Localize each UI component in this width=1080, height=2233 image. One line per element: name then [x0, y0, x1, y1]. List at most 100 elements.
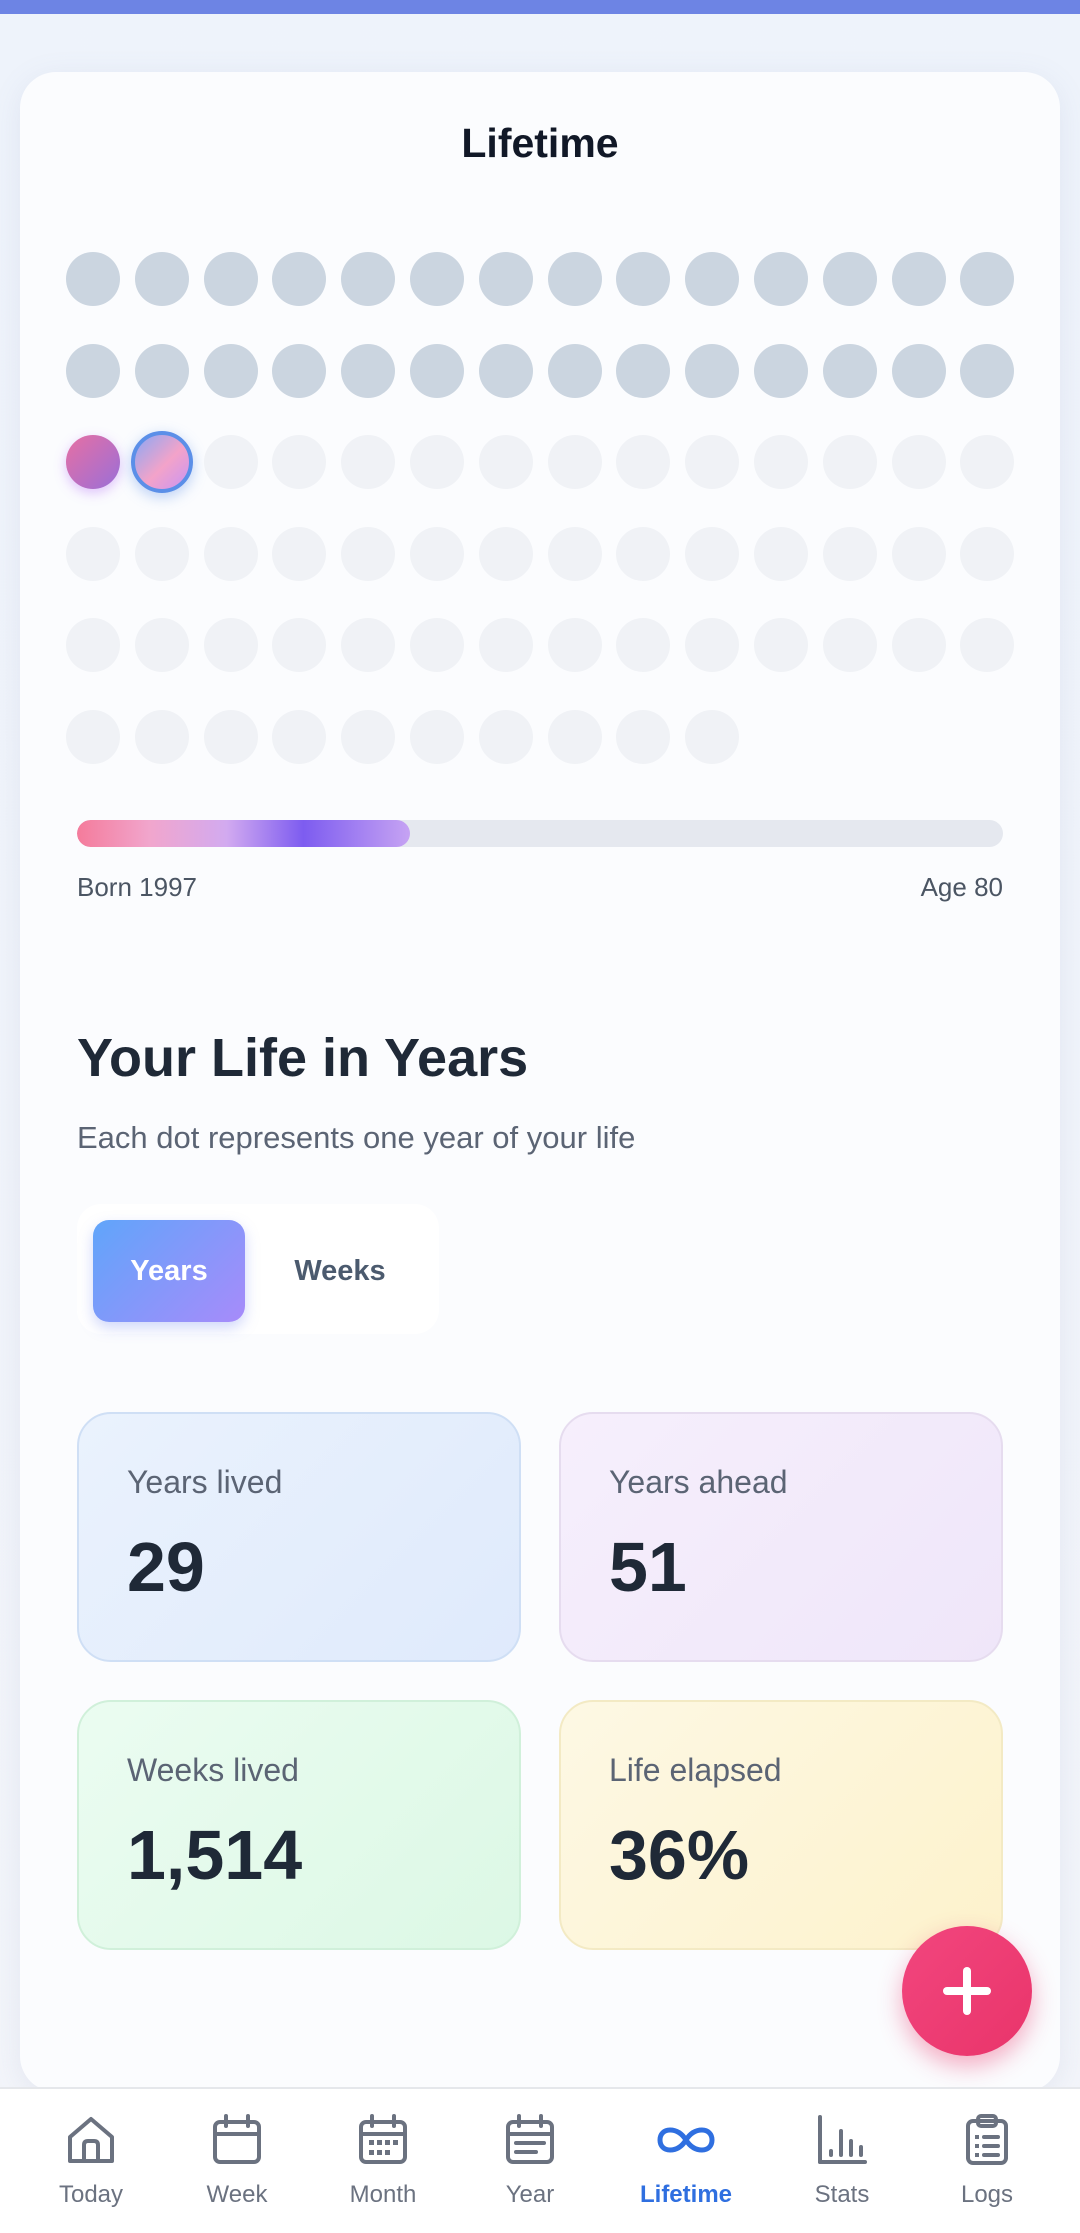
future-year-dot	[822, 618, 877, 672]
future-year-dot	[960, 526, 1015, 581]
infinity-icon	[657, 2111, 715, 2169]
section-title: Your Life in Years	[77, 1028, 529, 1088]
lived-year-dot	[754, 252, 808, 306]
nav-item-lifetime[interactable]: Lifetime	[616, 2089, 756, 2233]
future-year-dot	[410, 709, 464, 764]
future-year-dot	[341, 526, 396, 581]
lived-year-dot	[478, 252, 533, 306]
nav-item-week[interactable]: Week	[167, 2089, 307, 2233]
plus-icon	[943, 1967, 991, 2015]
future-year-dot	[685, 526, 740, 581]
lived-year-dot	[272, 252, 327, 306]
lifetime-card: Lifetime Born 1997 Age 80 Your Life in Y…	[20, 72, 1060, 2092]
future-year-dot	[341, 435, 396, 489]
future-year-dot	[341, 709, 396, 764]
future-year-dot	[547, 526, 602, 581]
nav-label: Lifetime	[639, 2181, 732, 2208]
nav-item-month[interactable]: Month	[313, 2089, 453, 2233]
future-year-dot	[134, 709, 189, 764]
stat-label: Weeks lived	[127, 1752, 299, 1788]
home-icon	[62, 2111, 120, 2169]
future-year-dot	[134, 618, 189, 672]
nav-item-year[interactable]: Year	[460, 2089, 600, 2233]
future-year-dot	[478, 435, 533, 489]
lived-year-dot	[822, 252, 877, 306]
lived-year-dot	[341, 343, 396, 398]
future-year-dot	[203, 435, 258, 489]
stat-card-weeks-lived: Weeks lived 1,514	[77, 1700, 521, 1950]
future-year-dot	[203, 526, 258, 581]
future-year-dot	[754, 435, 808, 489]
lived-year-dot	[960, 252, 1015, 306]
calendar-icon	[208, 2111, 266, 2169]
lived-year-dot	[203, 252, 258, 306]
stat-value: 51	[609, 1528, 687, 1606]
top-status-bar	[0, 0, 1080, 14]
lived-year-dot	[410, 252, 464, 306]
born-label: Born 1997	[77, 872, 197, 902]
bottom-navigation: Today Week Month Year Lifetime Stats Log…	[0, 2087, 1080, 2233]
nav-item-logs[interactable]: Logs	[917, 2089, 1057, 2233]
nav-label: Year	[505, 2181, 555, 2208]
lived-year-dot	[960, 343, 1015, 398]
life-progress-bar	[77, 820, 1003, 847]
future-year-dot	[203, 709, 258, 764]
nav-label: Today	[58, 2181, 124, 2208]
future-year-dot	[547, 435, 602, 489]
future-year-dot	[822, 435, 877, 489]
future-year-dot	[478, 618, 533, 672]
weeks-toggle-button[interactable]: Weeks	[255, 1220, 425, 1322]
nav-label: Stats	[814, 2181, 870, 2208]
future-year-dot	[66, 709, 120, 764]
lived-year-dot	[66, 252, 120, 306]
lived-year-dot	[822, 343, 877, 398]
stat-card-years-lived: Years lived 29	[77, 1412, 521, 1662]
future-year-dot	[891, 526, 946, 581]
future-year-dot	[616, 618, 671, 672]
lived-year-dot	[134, 343, 189, 398]
life-dot-grid	[20, 72, 1060, 872]
future-year-dot	[341, 618, 396, 672]
lived-year-dot	[616, 343, 671, 398]
future-year-dot	[134, 526, 189, 581]
view-toggle: Years Weeks	[77, 1204, 439, 1334]
future-year-dot	[960, 618, 1015, 672]
future-year-dot	[754, 618, 808, 672]
nav-label: Week	[206, 2181, 268, 2208]
future-year-dot	[410, 435, 464, 489]
lived-year-dot	[891, 343, 946, 398]
future-year-dot	[616, 526, 671, 581]
future-year-dot	[891, 435, 946, 489]
lived-year-dot	[547, 252, 602, 306]
current-year-dot	[130, 431, 193, 493]
lived-year-dot	[134, 252, 189, 306]
future-year-dot	[272, 709, 327, 764]
years-toggle-button[interactable]: Years	[93, 1220, 245, 1322]
nav-item-stats[interactable]: Stats	[772, 2089, 912, 2233]
nav-label: Month	[349, 2181, 417, 2208]
nav-item-today[interactable]: Today	[21, 2089, 161, 2233]
clipboard-icon	[958, 2111, 1016, 2169]
stat-card-years-ahead: Years ahead 51	[559, 1412, 1003, 1662]
stat-label: Years ahead	[609, 1464, 788, 1500]
lived-year-dot	[410, 343, 464, 398]
add-button[interactable]	[902, 1926, 1032, 2056]
lived-year-dot	[616, 252, 671, 306]
calendar-grid-icon	[354, 2111, 412, 2169]
future-year-dot	[822, 526, 877, 581]
future-year-dot	[410, 618, 464, 672]
future-year-dot	[616, 435, 671, 489]
future-year-dot	[66, 526, 120, 581]
stat-value: 36%	[609, 1816, 750, 1894]
bar-chart-icon	[813, 2111, 871, 2169]
stat-label: Years lived	[127, 1464, 283, 1500]
lived-year-dot	[685, 343, 740, 398]
future-year-dot	[478, 709, 533, 764]
nav-label: Logs	[960, 2181, 1014, 2208]
future-year-dot	[410, 526, 464, 581]
lived-year-dot	[66, 343, 120, 398]
calendar-list-icon	[501, 2111, 559, 2169]
stat-value: 29	[127, 1528, 205, 1606]
future-year-dot	[754, 526, 808, 581]
section-subtitle: Each dot represents one year of your lif…	[77, 1120, 636, 1155]
